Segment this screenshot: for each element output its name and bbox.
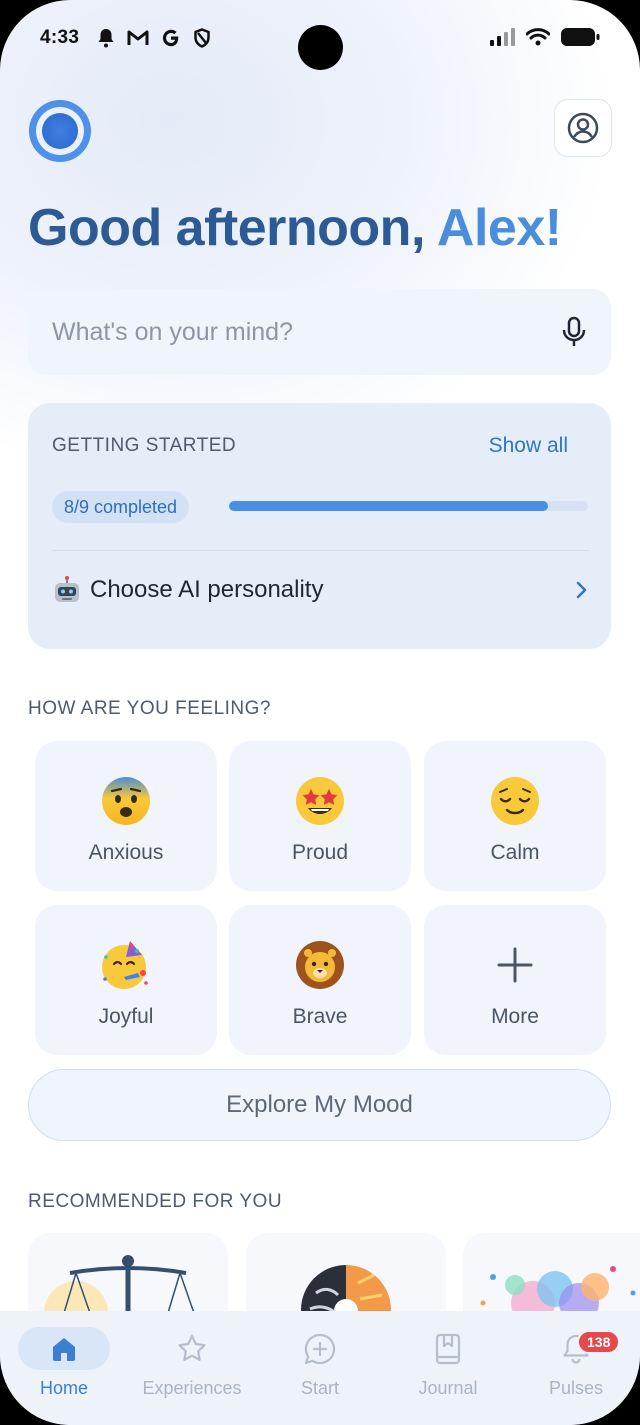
mood-proud[interactable]: Proud [229,741,411,891]
mood-label: Anxious [88,841,164,864]
gmail-status-icon [127,30,149,45]
mood-label: Brave [292,1005,348,1028]
explore-mood-button[interactable]: Explore My Mood [28,1069,611,1141]
mood-more[interactable]: More [424,905,606,1055]
divider [52,550,589,551]
phone-screen: 4:33 Good afternoon, Alex! What's on you… [0,0,640,1425]
mood-label: More [491,1005,539,1028]
search-input[interactable] [52,317,561,347]
mood-brave[interactable]: Brave [229,905,411,1055]
mood-label: Joyful [98,1005,154,1028]
home-icon [53,1337,75,1361]
tab-journal[interactable]: Journal [385,1327,511,1399]
tab-home[interactable]: Home [1,1327,127,1399]
notification-icons [97,28,211,48]
tab-label: Journal [418,1378,478,1398]
wifi-icon [526,28,550,46]
system-status-icons [490,27,600,47]
bell-status-icon [98,29,114,48]
tab-label: Pulses [548,1378,604,1398]
next-step-row[interactable]: Choose AI personality [52,570,589,610]
tab-label: Home [39,1378,88,1398]
relieved-face-emoji-icon [491,777,539,825]
getting-started-card: GETTING STARTED Show all 8/9 completed C… [28,403,611,649]
search-bar [28,289,611,375]
vpn-shield-status-icon [194,28,210,48]
getting-started-title: GETTING STARTED [52,435,237,456]
lion-emoji-icon [296,941,344,989]
show-all-link[interactable]: Show all [489,434,568,458]
plus-icon [497,947,533,983]
recommended-title: RECOMMENDED FOR YOU [28,1191,283,1212]
greeting-text: Good afternoon, [28,199,437,257]
tab-label: Experiences [142,1378,242,1398]
start-tab-icon-wrap [274,1327,366,1370]
tab-pulses[interactable]: Pulses [513,1327,639,1399]
greeting-name: Alex! [436,199,562,257]
tab-label: Start [300,1378,339,1398]
status-time: 4:33 [40,27,80,48]
robot-emoji-icon [55,576,79,602]
google-status-icon [163,29,179,47]
mood-label: Calm [490,841,540,864]
home-tab-icon-wrap [18,1327,110,1370]
journal-icon [435,1333,461,1364]
tab-experiences[interactable]: Experiences [129,1327,255,1399]
mood-joyful[interactable]: Joyful [35,905,217,1055]
user-circle-icon [567,112,599,144]
chevron-right-icon [576,581,587,599]
profile-button[interactable] [554,99,612,157]
notification-badge: 138 [577,1330,621,1354]
partying-face-emoji-icon [102,941,148,989]
progress-bar [229,501,588,511]
feelings-title: HOW ARE YOU FEELING? [28,698,271,719]
signal-icon [490,28,515,46]
greeting-heading: Good afternoon, Alex! [28,198,562,258]
progress-bar-fill [229,501,549,511]
star-struck-emoji-icon [296,777,344,825]
mood-anxious[interactable]: Anxious [35,741,217,891]
journal-tab-icon-wrap [402,1327,494,1370]
app-logo-icon [29,100,91,162]
chat-plus-icon [304,1333,336,1364]
anxious-face-emoji-icon [102,777,150,825]
mood-calm[interactable]: Calm [424,741,606,891]
camera-cutout [298,25,343,70]
next-step-label: Choose AI personality [90,576,324,603]
experiences-tab-icon-wrap [146,1327,238,1370]
mood-label: Proud [291,841,349,864]
progress-label: 8/9 completed [52,491,190,523]
tab-start[interactable]: Start [257,1327,383,1399]
battery-icon [561,28,600,46]
microphone-icon[interactable] [561,316,587,348]
star-icon [178,1334,206,1361]
